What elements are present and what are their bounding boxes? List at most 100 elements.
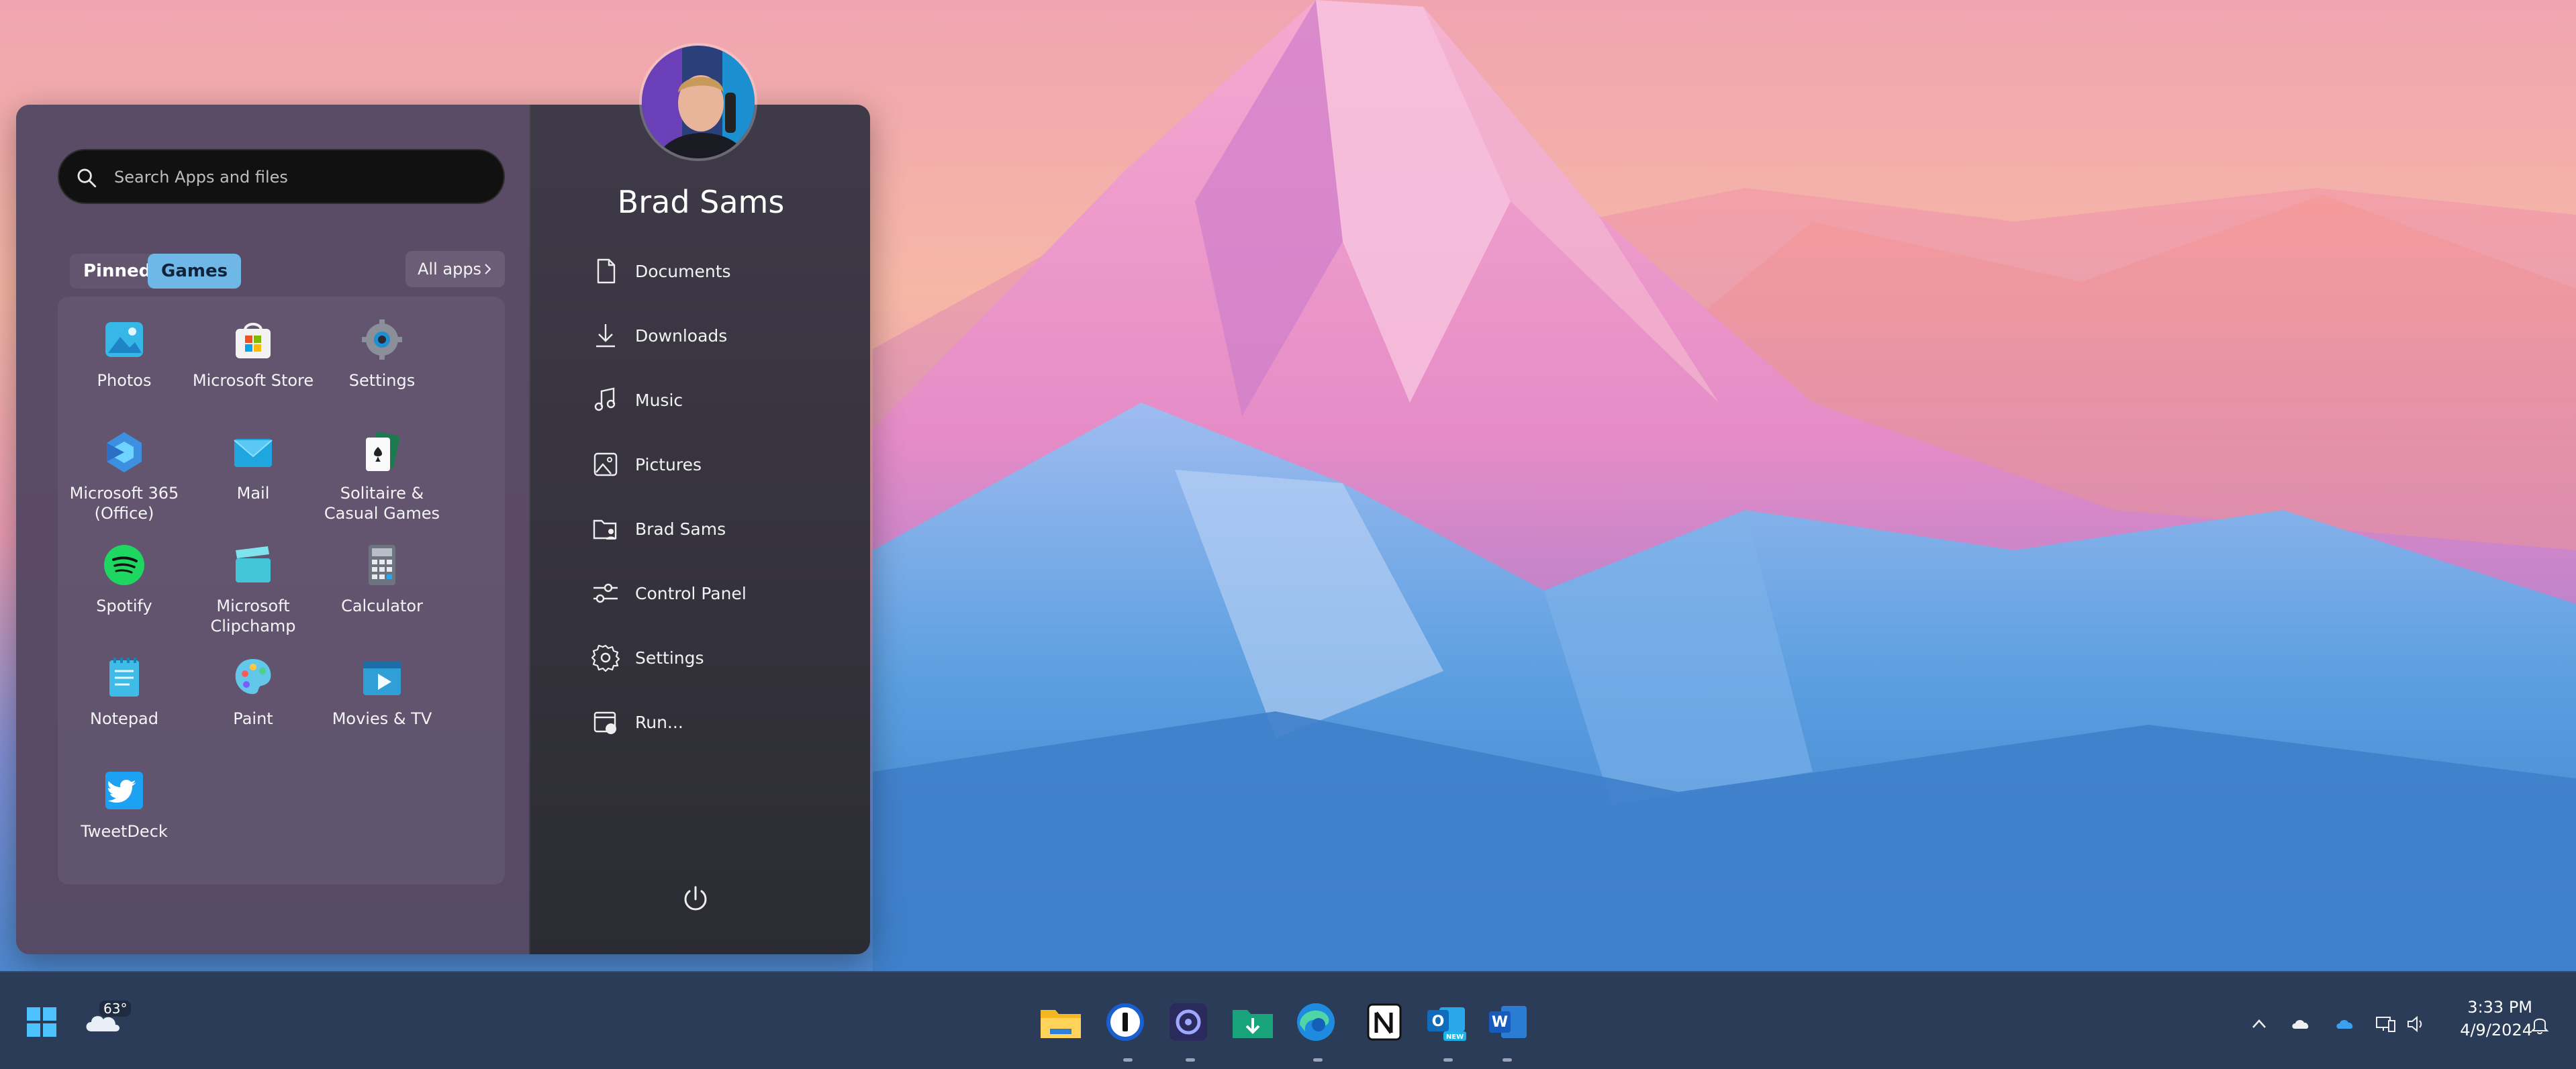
movies-icon	[363, 662, 401, 695]
pinned-apps-grid: Photos Microsoft Store Settings Microsof…	[58, 297, 505, 884]
app-notepad[interactable]: Notepad	[60, 654, 188, 729]
onedrive-personal-icon[interactable]	[2289, 1013, 2312, 1035]
paint-icon	[235, 659, 271, 695]
1password-icon[interactable]	[1101, 998, 1149, 1046]
cards-icon	[366, 431, 400, 471]
volume-icon[interactable]	[2405, 1013, 2428, 1035]
outlook-new-icon[interactable]: O NEW	[1422, 998, 1470, 1046]
all-apps-label: All apps	[418, 260, 482, 278]
app-label: Microsoft Store	[192, 371, 314, 390]
place-pictures[interactable]: Pictures	[591, 444, 846, 485]
app-solitaire[interactable]: Solitaire & Casual Games	[318, 428, 446, 523]
taskbar: 63° O NEW W 3:33 PM 4/9/2024	[0, 971, 2576, 1069]
user-folder-icon	[593, 519, 617, 540]
app-microsoft-store[interactable]: Microsoft Store	[189, 315, 317, 391]
place-run[interactable]: Run...	[591, 702, 846, 742]
gear-icon	[362, 319, 402, 360]
app-label: Photos	[97, 371, 152, 390]
network-icon[interactable]	[2374, 1013, 2397, 1035]
svg-text:NEW: NEW	[1446, 1033, 1464, 1041]
app-movies-tv[interactable]: Movies & TV	[318, 654, 446, 729]
app-microsoft-365[interactable]: Microsoft 365 (Office)	[60, 428, 188, 523]
running-indicator	[1186, 1058, 1195, 1062]
app-label: Calculator	[341, 597, 423, 615]
chevron-right-icon	[485, 264, 491, 274]
download-icon	[596, 324, 615, 348]
start-menu-apps-pane: Pinned Games All apps Photos	[16, 105, 529, 954]
place-label: Documents	[635, 261, 731, 281]
place-label: Downloads	[635, 325, 728, 346]
running-indicator	[1123, 1058, 1133, 1062]
tab-games[interactable]: Games	[148, 254, 242, 289]
running-indicator	[1313, 1058, 1323, 1062]
place-downloads[interactable]: Downloads	[591, 315, 846, 356]
place-label: Settings	[635, 648, 704, 668]
app-spotify[interactable]: Spotify	[60, 541, 188, 616]
windows-start-icon[interactable]	[17, 998, 66, 1046]
folder-download-icon[interactable]	[1229, 998, 1277, 1046]
search-input[interactable]	[114, 161, 490, 193]
place-control-panel[interactable]: Control Panel	[591, 573, 846, 613]
user-name[interactable]: Brad Sams	[530, 184, 870, 220]
chevron-up-icon[interactable]	[2248, 1013, 2271, 1035]
sliders-icon	[593, 583, 618, 603]
place-documents[interactable]: Documents	[591, 251, 846, 291]
app-label: Settings	[348, 371, 416, 390]
app-clipchamp[interactable]: Microsoft Clipchamp	[189, 541, 317, 636]
calculator-icon	[369, 545, 395, 585]
music-icon	[594, 387, 616, 411]
app-label: TweetDeck	[81, 822, 168, 841]
app-label: Microsoft Clipchamp	[210, 597, 296, 635]
running-indicator	[1443, 1058, 1453, 1062]
place-label: Brad Sams	[635, 519, 726, 539]
mail-icon	[234, 439, 273, 467]
place-label: Music	[635, 390, 683, 410]
avatar-photo	[642, 46, 755, 158]
app-label: Notepad	[90, 709, 158, 728]
place-label: Run...	[635, 712, 683, 732]
all-apps-button[interactable]: All apps	[406, 251, 505, 287]
notification-bell-icon[interactable]	[2528, 1013, 2551, 1035]
gear-icon	[591, 644, 620, 672]
place-user-folder[interactable]: Brad Sams	[591, 509, 846, 549]
app-label: Solitaire & Casual Games	[324, 484, 440, 523]
twitter-icon	[105, 772, 143, 809]
start-menu-places-pane: Brad Sams Documents Downloads Music Pict…	[529, 105, 870, 954]
app-settings[interactable]: Settings	[318, 315, 446, 391]
place-settings[interactable]: Settings	[591, 638, 846, 678]
app-calculator[interactable]: Calculator	[318, 541, 446, 616]
edge-icon[interactable]	[1292, 998, 1340, 1046]
document-icon	[597, 258, 616, 284]
place-label: Pictures	[635, 454, 702, 474]
place-music[interactable]: Music	[591, 380, 846, 420]
weather-temperature: 63°	[99, 1001, 132, 1017]
store-icon	[236, 323, 271, 358]
app-paint[interactable]: Paint	[189, 654, 317, 729]
app-label: Movies & TV	[332, 709, 432, 728]
clock-time[interactable]: 3:33 PM	[2452, 998, 2532, 1017]
spotify-icon	[104, 545, 144, 585]
app-mail[interactable]: Mail	[189, 428, 317, 503]
app-label: Spotify	[96, 597, 152, 615]
clipchamp-icon	[236, 546, 271, 582]
running-indicator	[1502, 1058, 1512, 1062]
word-icon[interactable]: W	[1484, 998, 1532, 1046]
onedrive-business-icon[interactable]	[2334, 1013, 2356, 1035]
notion-icon[interactable]	[1360, 998, 1409, 1046]
app-label: Paint	[233, 709, 273, 728]
start-menu: Pinned Games All apps Photos	[16, 105, 870, 954]
svg-text:W: W	[1492, 1014, 1508, 1031]
app-label: Mail	[236, 484, 270, 503]
user-avatar[interactable]	[639, 43, 757, 161]
obs-icon[interactable]	[1164, 998, 1212, 1046]
file-explorer-icon[interactable]	[1037, 998, 1085, 1046]
place-label: Control Panel	[635, 583, 747, 603]
notepad-icon	[109, 658, 139, 697]
search-box[interactable]	[58, 149, 505, 204]
clock-date[interactable]: 4/9/2024	[2452, 1021, 2532, 1039]
app-photos[interactable]: Photos	[60, 315, 188, 391]
search-icon	[77, 168, 97, 188]
app-tweetdeck[interactable]: TweetDeck	[60, 766, 188, 842]
power-icon[interactable]	[679, 883, 712, 915]
run-icon	[593, 711, 616, 734]
